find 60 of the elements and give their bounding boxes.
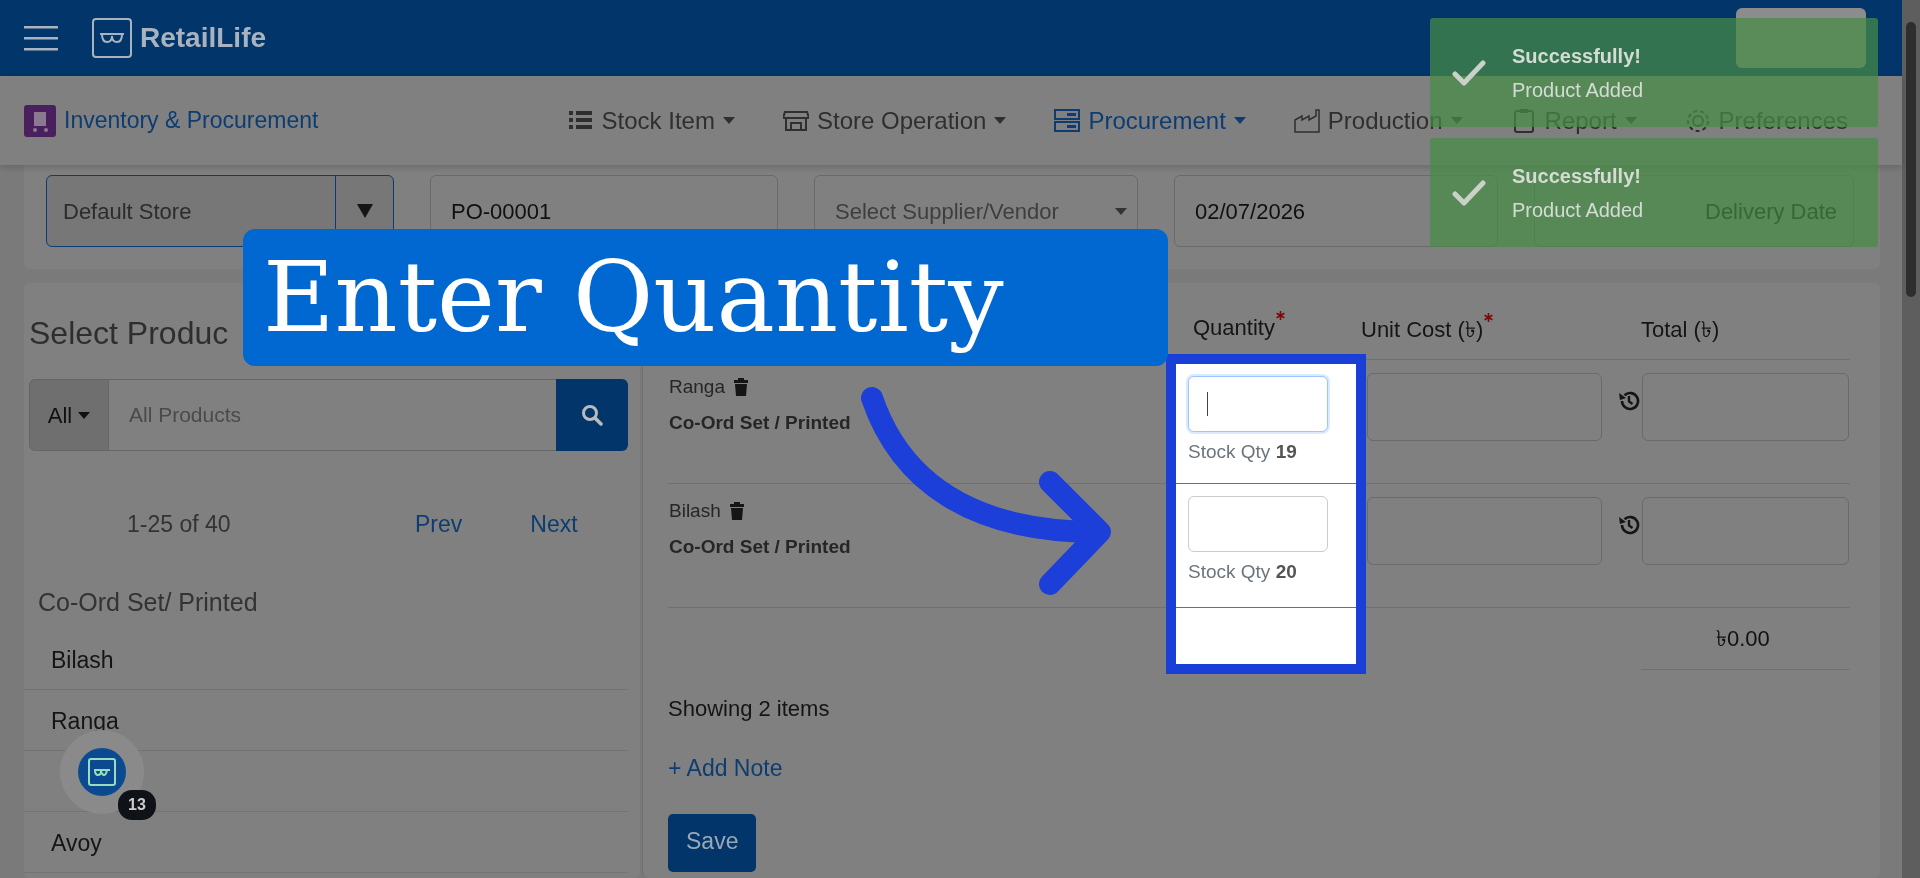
- caret-icon: [722, 117, 735, 124]
- stock-quantity: Stock Qty 20: [1188, 559, 1298, 584]
- product-category: Co-Ord Set / Printed: [669, 411, 852, 435]
- history-icon[interactable]: [1618, 513, 1640, 536]
- add-note-link[interactable]: + Add Note: [668, 751, 783, 786]
- factory-icon: [1293, 107, 1320, 134]
- glasses-icon: [99, 32, 125, 44]
- scrollbar[interactable]: [1902, 0, 1920, 878]
- page-range: 1-25 of 40: [127, 510, 232, 539]
- glasses-icon: [87, 757, 117, 787]
- history-icon[interactable]: [1618, 389, 1640, 412]
- filter-dropdown[interactable]: All: [29, 379, 109, 451]
- trash-icon[interactable]: [733, 377, 749, 396]
- nav-menu-item[interactable]: Store Operation: [782, 102, 1007, 139]
- caret-icon: [356, 204, 373, 218]
- quantity-input[interactable]: [1188, 495, 1328, 552]
- prev-link[interactable]: Prev: [415, 507, 463, 542]
- grand-total: ৳0.00: [1716, 625, 1770, 651]
- caret-icon: [1115, 207, 1127, 215]
- unit-cost-input[interactable]: [1367, 372, 1602, 441]
- quantity-input[interactable]: [1188, 376, 1328, 432]
- product-name: Bilash: [669, 498, 721, 523]
- checkmark-icon: [1452, 59, 1486, 86]
- column-header: Quantity: [1193, 315, 1275, 340]
- unit-cost-input[interactable]: [1367, 496, 1602, 565]
- caret-icon: [78, 411, 91, 419]
- toast-message: Product Added: [1512, 77, 1644, 103]
- cart-icon: [24, 104, 56, 137]
- scrollbar-thumb[interactable]: [1906, 22, 1916, 297]
- app-name: RetailLife: [140, 21, 267, 55]
- panel-title: Select Produc: [29, 314, 230, 353]
- text-cursor: [1207, 392, 1208, 416]
- drawers-icon: [1054, 107, 1081, 134]
- trash-icon[interactable]: [728, 501, 745, 520]
- items-summary: Showing 2 items: [668, 695, 831, 723]
- toast-message: Product Added: [1512, 197, 1644, 223]
- save-button[interactable]: Save: [668, 813, 757, 872]
- menu-icon[interactable]: [24, 25, 58, 51]
- instruction-tooltip: Enter Quantity: [243, 229, 1168, 366]
- toast-title: Successfully!: [1512, 163, 1642, 189]
- product-list-item[interactable]: Bilash: [51, 647, 114, 673]
- notification-badge: 13: [118, 790, 156, 820]
- nav-menu-item[interactable]: Stock Item: [567, 102, 735, 139]
- nav-menu-item[interactable]: Procurement: [1054, 102, 1246, 139]
- toast-title: Successfully!: [1512, 43, 1642, 69]
- product-category: Co-Ord Set / Printed: [669, 535, 852, 559]
- column-header: Total (৳): [1641, 317, 1720, 343]
- product-list-item[interactable]: Ranga: [51, 708, 119, 734]
- next-link[interactable]: Next: [530, 507, 578, 542]
- product-name: Ranga: [669, 374, 725, 399]
- stock-quantity: Stock Qty 19: [1188, 440, 1298, 464]
- checkmark-icon: [1452, 179, 1486, 206]
- product-list-item[interactable]: Avoy: [51, 830, 102, 856]
- column-header: Unit Cost (৳): [1361, 317, 1484, 343]
- module-title: Inventory & Procurement: [64, 106, 319, 136]
- caret-icon: [994, 117, 1007, 124]
- search-button[interactable]: [556, 379, 628, 451]
- category-heading: Co-Ord Set/ Printed: [37, 586, 259, 618]
- search-icon: [581, 404, 603, 426]
- caret-icon: [1233, 117, 1246, 124]
